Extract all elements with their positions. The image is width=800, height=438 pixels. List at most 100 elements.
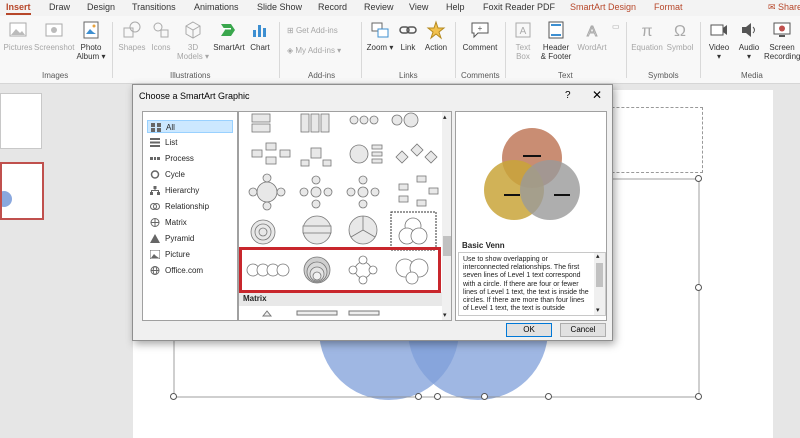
divider <box>626 22 627 78</box>
resize-handle[interactable] <box>415 393 422 400</box>
cancel-button[interactable]: Cancel <box>560 323 606 337</box>
tab-design[interactable]: Design <box>87 2 115 12</box>
pictures-icon <box>9 22 27 37</box>
action-button[interactable]: Action <box>422 20 450 52</box>
process-icon <box>150 157 160 160</box>
tab-slide-show[interactable]: Slide Show <box>257 2 302 12</box>
equation-button[interactable]: π Equation <box>630 20 664 52</box>
tab-foxit-reader-pdf[interactable]: Foxit Reader PDF <box>483 2 555 12</box>
tab-format[interactable]: Format <box>654 2 683 12</box>
share-button[interactable]: ✉ Share <box>768 2 800 13</box>
shapes-icon <box>123 21 141 38</box>
scroll-down-icon[interactable]: ▾ <box>596 307 600 315</box>
scroll-up-icon[interactable]: ▴ <box>596 253 600 261</box>
ribbon-tab-bar: Insert Draw Design Transitions Animation… <box>0 0 800 16</box>
get-add-ins-button[interactable]: ⊞ Get Add-ins <box>287 26 338 35</box>
action-star-icon <box>426 20 446 40</box>
tab-smartart-design[interactable]: SmartArt Design <box>570 2 636 12</box>
chevron-down-icon: ▾ <box>334 46 342 55</box>
pictures-button[interactable]: Pictures <box>3 20 33 52</box>
svg-text:+: + <box>478 24 483 33</box>
tab-help[interactable]: Help <box>446 2 465 12</box>
chart-icon <box>253 25 266 37</box>
link-button[interactable]: Link <box>396 20 420 52</box>
photo-album-icon <box>83 21 99 39</box>
category-matrix[interactable]: Matrix <box>147 216 233 229</box>
icons-button[interactable]: Icons <box>148 20 174 52</box>
chart-button[interactable]: Chart <box>248 20 272 52</box>
category-picture[interactable]: Picture <box>147 248 233 261</box>
comment-button[interactable]: + Comment <box>460 20 500 52</box>
photo-album-button[interactable]: Photo Album ▾ <box>76 20 106 61</box>
layout-thumbnails-matrix <box>261 310 380 317</box>
screenshot-button[interactable]: Screenshot <box>34 20 74 52</box>
tab-transitions[interactable]: Transitions <box>132 2 176 12</box>
scroll-up-icon[interactable]: ▴ <box>443 113 447 121</box>
list-icon <box>150 138 160 147</box>
relationship-icon <box>150 203 160 210</box>
category-list-item[interactable]: List <box>147 136 233 149</box>
category-process[interactable]: Process <box>147 152 233 165</box>
category-relationship[interactable]: Relationship <box>147 200 233 213</box>
cube-icon <box>185 21 201 39</box>
icons-icon <box>153 22 169 38</box>
pyramid-icon <box>150 234 160 243</box>
matrix-icon <box>150 218 160 227</box>
gallery-scrollbar[interactable]: ▴ ▾ <box>442 112 451 320</box>
resize-handle[interactable] <box>481 393 488 400</box>
divider <box>455 22 456 78</box>
category-cycle[interactable]: Cycle <box>147 168 233 181</box>
picture-icon <box>150 250 160 259</box>
wordart-button[interactable]: A WordArt <box>576 20 608 53</box>
divider <box>700 22 701 78</box>
text-more-icon[interactable]: ▭ <box>612 22 620 31</box>
symbol-button[interactable]: Ω Symbol <box>665 20 695 52</box>
slide-thumbnail-selected[interactable] <box>0 162 44 220</box>
resize-handle[interactable] <box>695 175 702 182</box>
ok-button[interactable]: OK <box>506 323 552 337</box>
shapes-button[interactable]: Shapes <box>118 20 146 52</box>
close-button[interactable]: ✕ <box>592 88 602 102</box>
tab-view[interactable]: View <box>409 2 428 12</box>
resize-handle[interactable] <box>170 393 177 400</box>
tab-record[interactable]: Record <box>318 2 347 12</box>
category-hierarchy[interactable]: Hierarchy <box>147 184 233 197</box>
scroll-down-icon[interactable]: ▾ <box>443 311 447 319</box>
divider <box>361 22 362 78</box>
text-box-button[interactable]: A Text Box <box>510 20 536 61</box>
group-label-links: Links <box>399 71 418 80</box>
help-button[interactable]: ? <box>565 90 571 101</box>
category-all[interactable]: All <box>147 120 233 133</box>
3d-models-button[interactable]: 3D Models ▾ <box>176 20 210 61</box>
resize-handle[interactable] <box>545 393 552 400</box>
group-label-text: Text <box>558 71 573 80</box>
gallery-section-matrix: Matrix <box>239 292 442 306</box>
tab-animations[interactable]: Animations <box>194 2 239 12</box>
category-pyramid[interactable]: Pyramid <box>147 232 233 245</box>
basic-venn-preview <box>484 128 580 220</box>
tab-insert[interactable]: Insert <box>6 2 31 15</box>
chevron-down-icon: ▾ <box>202 52 210 61</box>
resize-handle[interactable] <box>695 393 702 400</box>
screen-recording-button[interactable]: Screen Recording <box>764 20 800 61</box>
header-footer-button[interactable]: Header & Footer <box>538 20 574 61</box>
link-icon <box>399 26 417 34</box>
tab-draw[interactable]: Draw <box>49 2 70 12</box>
description-scrollbar[interactable]: ▴ ▾ <box>594 253 605 315</box>
zoom-button[interactable]: Zoom ▾ <box>366 20 394 61</box>
resize-handle[interactable] <box>695 284 702 291</box>
screen-recording-icon <box>773 22 791 37</box>
audio-button[interactable]: Audio ▾ <box>735 20 763 61</box>
video-button[interactable]: Video ▾ <box>704 20 734 61</box>
scrollbar-thumb[interactable] <box>596 263 603 287</box>
scrollbar-thumb[interactable] <box>443 236 451 256</box>
group-label-add-ins: Add-ins <box>308 71 336 80</box>
cycle-icon <box>150 170 160 179</box>
resize-handle[interactable] <box>434 393 441 400</box>
tab-review[interactable]: Review <box>364 2 394 12</box>
slide-thumbnail[interactable] <box>0 93 42 149</box>
text-box-icon: A <box>515 22 531 38</box>
smartart-button[interactable]: SmartArt <box>212 20 246 52</box>
category-office-com[interactable]: Office.com <box>147 264 233 277</box>
my-add-ins-button[interactable]: ◈ My Add-ins ▾ <box>287 46 341 55</box>
